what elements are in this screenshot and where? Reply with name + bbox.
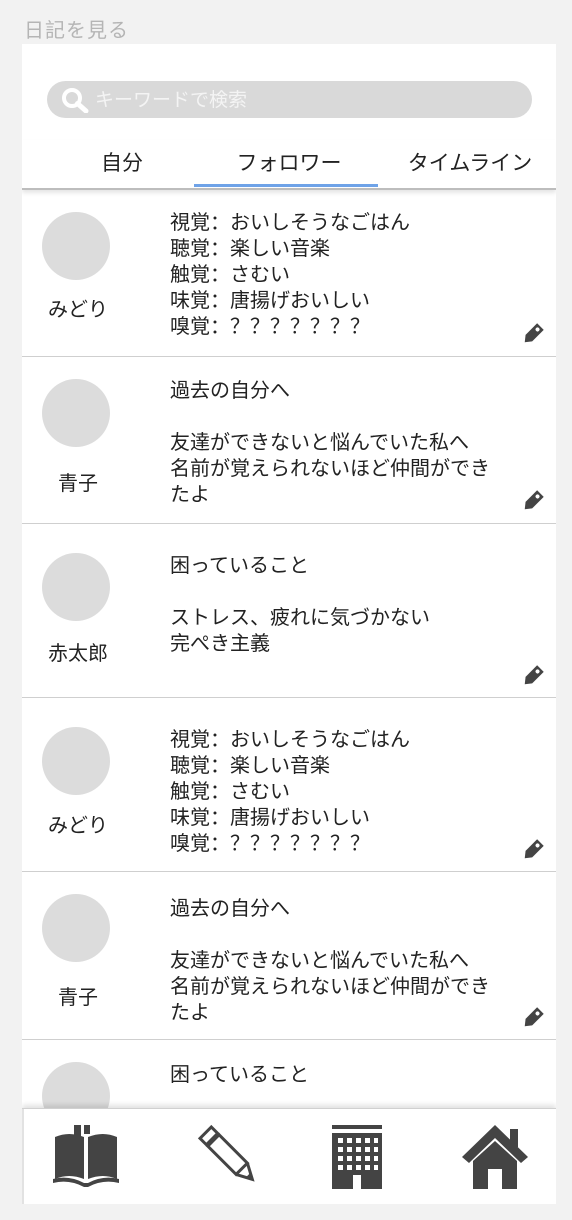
entry-text: 過去の自分へ 友達ができないと悩んでいた私へ 名前が覚えられないほど仲間ができ … bbox=[170, 378, 490, 506]
diary-entry[interactable]: 青子 過去の自分へ 友達ができないと悩んでいた私へ 名前が覚えられないほど仲間が… bbox=[22, 872, 556, 1040]
entry-text: 困っていること ストレス、疲れに気づかない 完ぺき主義 bbox=[170, 553, 430, 655]
search-input[interactable] bbox=[95, 81, 515, 118]
search-bar[interactable] bbox=[47, 81, 532, 118]
avatar[interactable] bbox=[42, 553, 110, 621]
active-tab-indicator bbox=[194, 184, 378, 187]
avatar[interactable] bbox=[42, 379, 110, 447]
diary-list: みどり 視覚：おいしそうなごはん 聴覚：楽しい音楽 触覚：さむい 味覚：唐揚げお… bbox=[22, 190, 556, 1108]
search-icon bbox=[62, 88, 89, 113]
avatar[interactable] bbox=[42, 894, 110, 962]
diary-entry[interactable]: みどり 視覚：おいしそうなごはん 聴覚：楽しい音楽 触覚：さむい 味覚：唐揚げお… bbox=[22, 698, 556, 872]
tag-icon[interactable] bbox=[519, 836, 547, 864]
nav-building-button[interactable] bbox=[322, 1123, 392, 1189]
tab-bar: 自分 フォロワー タイムライン bbox=[22, 140, 556, 190]
nav-write-button[interactable] bbox=[194, 1123, 264, 1189]
divider bbox=[22, 1109, 24, 1204]
page-title: 日記を見る bbox=[24, 18, 129, 42]
diary-entry[interactable]: 困っていること bbox=[22, 1040, 556, 1108]
user-name[interactable]: みどり bbox=[22, 293, 134, 322]
diary-entry[interactable]: みどり 視覚：おいしそうなごはん 聴覚：楽しい音楽 触覚：さむい 味覚：唐揚げお… bbox=[22, 190, 556, 357]
diary-entry[interactable]: 青子 過去の自分へ 友達ができないと悩んでいた私へ 名前が覚えられないほど仲間が… bbox=[22, 357, 556, 524]
home-icon bbox=[462, 1125, 528, 1189]
tag-icon[interactable] bbox=[519, 487, 547, 515]
building-icon bbox=[332, 1125, 382, 1189]
diary-entry[interactable]: 赤太郎 困っていること ストレス、疲れに気づかない 完ぺき主義 bbox=[22, 524, 556, 698]
book-icon bbox=[53, 1125, 119, 1187]
user-name[interactable]: 青子 bbox=[22, 981, 134, 1010]
avatar[interactable] bbox=[42, 212, 110, 280]
tag-icon[interactable] bbox=[519, 320, 547, 348]
nav-home-button[interactable] bbox=[460, 1123, 530, 1189]
tab-followers[interactable]: フォロワー bbox=[194, 140, 384, 186]
user-name[interactable]: 青子 bbox=[22, 467, 134, 496]
entry-text: 視覚：おいしそうなごはん 聴覚：楽しい音楽 触覚：さむい 味覚：唐揚げおいしい … bbox=[170, 210, 410, 338]
avatar[interactable] bbox=[42, 1062, 110, 1108]
entry-text: 視覚：おいしそうなごはん 聴覚：楽しい音楽 触覚：さむい 味覚：唐揚げおいしい … bbox=[170, 727, 410, 855]
tab-self[interactable]: 自分 bbox=[22, 140, 222, 186]
pencil-icon bbox=[197, 1124, 255, 1182]
entry-text: 困っていること bbox=[170, 1062, 309, 1086]
bottom-navigation bbox=[22, 1108, 556, 1204]
entry-text: 過去の自分へ 友達ができないと悩んでいた私へ 名前が覚えられないほど仲間ができ … bbox=[170, 896, 490, 1024]
tag-icon[interactable] bbox=[519, 662, 547, 690]
nav-diary-button[interactable] bbox=[51, 1123, 121, 1189]
avatar[interactable] bbox=[42, 727, 110, 795]
tag-icon[interactable] bbox=[519, 1004, 547, 1032]
user-name[interactable]: みどり bbox=[22, 809, 134, 838]
tab-timeline[interactable]: タイムライン bbox=[384, 140, 556, 186]
user-name[interactable]: 赤太郎 bbox=[22, 637, 134, 666]
diary-panel: 自分 フォロワー タイムライン みどり 視覚：おいしそうなごはん 聴覚：楽しい音… bbox=[22, 44, 556, 1204]
